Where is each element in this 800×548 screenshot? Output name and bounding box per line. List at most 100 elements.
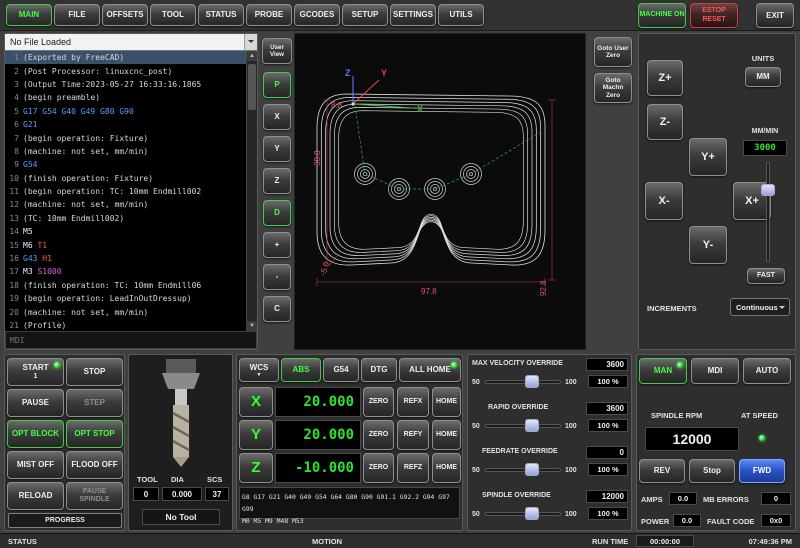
clear-view-button[interactable]: C xyxy=(263,296,291,322)
g54-button[interactable]: G54 xyxy=(323,358,359,382)
home-x-button[interactable]: HOME xyxy=(432,387,461,417)
ref-x-button[interactable]: REFX xyxy=(397,387,429,417)
file-combo[interactable]: No File Loaded xyxy=(5,34,257,51)
gcode-line[interactable]: 8(machine: not set, mm/min) xyxy=(5,145,246,158)
gcode-line[interactable]: 21(Profile) xyxy=(5,319,246,331)
gcode-line[interactable]: 9G54 xyxy=(5,158,246,171)
opt-stop-button[interactable]: OPT STOP xyxy=(66,420,123,448)
mdi-input[interactable] xyxy=(5,331,257,349)
tab-setup[interactable]: SETUP xyxy=(342,4,388,26)
cycle-start-button[interactable]: START 1 xyxy=(7,358,64,386)
home-z-button[interactable]: HOME xyxy=(432,453,461,483)
gcode-line[interactable]: 1(Exported by FreeCAD) xyxy=(5,51,246,64)
slider-handle[interactable] xyxy=(761,184,775,196)
slider-handle[interactable] xyxy=(525,375,539,388)
all-home-button[interactable]: ALL HOME xyxy=(399,358,461,382)
jog-z-minus-button[interactable]: Z- xyxy=(647,104,683,140)
jog-z-plus-button[interactable]: Z+ xyxy=(647,60,683,96)
scroll-up-icon[interactable]: ▲ xyxy=(247,51,257,61)
zero-z-button[interactable]: ZERO xyxy=(363,453,394,483)
tab-tool[interactable]: TOOL xyxy=(150,4,196,26)
goto-user-zero-button[interactable]: Goto User Zero xyxy=(594,37,632,67)
spindle-stop-button[interactable]: Stop xyxy=(689,459,735,483)
rapid-override-slider[interactable] xyxy=(485,419,561,433)
flood-button[interactable]: FLOOD OFF xyxy=(66,451,123,479)
wcs-button[interactable]: WCS ▼ xyxy=(239,358,279,382)
mode-manual-button[interactable]: MAN xyxy=(639,358,687,384)
tab-status[interactable]: STATUS xyxy=(198,4,244,26)
spindle-fwd-button[interactable]: FWD xyxy=(739,459,785,483)
max-velocity-slider[interactable] xyxy=(485,375,561,389)
zero-y-button[interactable]: ZERO xyxy=(363,420,394,450)
goto-machine-zero-button[interactable]: Goto Machn Zero xyxy=(594,73,632,103)
gcode-line[interactable]: 11(begin operation: TC: 10mm Endmill002 xyxy=(5,185,246,198)
axis-x-button[interactable]: X xyxy=(239,387,273,417)
mode-mdi-button[interactable]: MDI xyxy=(691,358,739,384)
tab-main[interactable]: MAIN xyxy=(6,4,52,26)
chevron-down-icon[interactable] xyxy=(244,34,257,50)
gcode-line[interactable]: 4(begin preamble) xyxy=(5,91,246,104)
units-mm-button[interactable]: MM xyxy=(745,67,781,87)
tab-utils[interactable]: UTILS xyxy=(438,4,484,26)
jog-x-minus-button[interactable]: X- xyxy=(645,182,683,220)
dtg-button[interactable]: DTG xyxy=(361,358,397,382)
gcode-line[interactable]: 6G21 xyxy=(5,118,246,131)
abs-button[interactable]: ABS xyxy=(281,358,321,382)
home-y-button[interactable]: HOME xyxy=(432,420,461,450)
reload-button[interactable]: RELOAD xyxy=(7,482,64,510)
axis-z-button[interactable]: Z xyxy=(239,453,273,483)
jog-y-plus-button[interactable]: Y+ xyxy=(689,138,727,176)
slider-handle[interactable] xyxy=(525,507,539,520)
cycle-stop-button[interactable]: STOP xyxy=(66,358,123,386)
tab-offsets[interactable]: OFFSETS xyxy=(102,4,148,26)
gcode-line[interactable]: 13(TC: 10mm Endmill002) xyxy=(5,212,246,225)
scrollbar-thumb[interactable] xyxy=(248,64,256,110)
pause-button[interactable]: PAUSE xyxy=(7,389,64,417)
tab-settings[interactable]: SETTINGS xyxy=(390,4,436,26)
mist-button[interactable]: MIST OFF xyxy=(7,451,64,479)
pause-spindle-button[interactable]: PAUSE SPINDLE xyxy=(66,482,123,510)
gcode-editor[interactable]: 1(Exported by FreeCAD)2(Post Processor: … xyxy=(5,51,246,331)
gcode-line[interactable]: 15M6 T1 xyxy=(5,238,246,251)
zoom-out-button[interactable]: - xyxy=(263,264,291,290)
jog-y-minus-button[interactable]: Y- xyxy=(689,226,727,264)
view-z-button[interactable]: Z xyxy=(263,168,291,194)
slider-handle[interactable] xyxy=(525,463,539,476)
view-y-button[interactable]: Y xyxy=(263,136,291,162)
step-button[interactable]: STEP xyxy=(66,389,123,417)
gcode-line[interactable]: 20(machine: not set, mm/min) xyxy=(5,305,246,318)
zoom-in-button[interactable]: + xyxy=(263,232,291,258)
tab-gcodes[interactable]: GCODES xyxy=(294,4,340,26)
view-x-button[interactable]: X xyxy=(263,104,291,130)
spindle-override-slider[interactable] xyxy=(485,507,561,521)
axis-y-button[interactable]: Y xyxy=(239,420,273,450)
increments-select[interactable]: Continuous xyxy=(730,298,790,316)
feedrate-override-slider[interactable] xyxy=(485,463,561,477)
gcode-line[interactable]: 10(finish operation: Fixture) xyxy=(5,172,246,185)
machine-on-button[interactable]: MACHINE ON xyxy=(638,3,686,28)
gcode-line[interactable]: 2(Post Processor: linuxcnc_post) xyxy=(5,64,246,77)
view-user-button[interactable]: User View xyxy=(262,38,292,64)
spindle-rev-button[interactable]: REV xyxy=(639,459,685,483)
gcode-line[interactable]: 16G43 H1 xyxy=(5,252,246,265)
tab-file[interactable]: FILE xyxy=(54,4,100,26)
opt-block-button[interactable]: OPT BLOCK xyxy=(7,420,64,448)
view-dimensions-button[interactable]: D xyxy=(263,200,291,226)
tab-probe[interactable]: PROBE xyxy=(246,4,292,26)
gcode-line[interactable]: 18(finish operation: TC: 10mm Endmill06 xyxy=(5,279,246,292)
mode-auto-button[interactable]: AUTO xyxy=(743,358,791,384)
jog-rate-slider[interactable] xyxy=(761,162,775,262)
gcode-line[interactable]: 5G17 G54 G40 G49 G80 G90 xyxy=(5,105,246,118)
gcode-line[interactable]: 3(Output Time:2023-05-27 16:33:16.1865 xyxy=(5,78,246,91)
exit-button[interactable]: EXIT xyxy=(756,3,794,28)
gcode-line[interactable]: 14M5 xyxy=(5,225,246,238)
slider-handle[interactable] xyxy=(525,419,539,432)
gcode-line[interactable]: 17M3 S1000 xyxy=(5,265,246,278)
ref-z-button[interactable]: REFZ xyxy=(397,453,429,483)
view-p-button[interactable]: P xyxy=(263,72,291,98)
editor-scrollbar[interactable]: ▲ ▼ xyxy=(246,51,257,331)
gcode-line[interactable]: 19(begin operation: LeadInOutDressup) xyxy=(5,292,246,305)
estop-reset-button[interactable]: ESTOP RESET xyxy=(690,3,738,28)
gcode-line[interactable]: 7(begin operation: Fixture) xyxy=(5,131,246,144)
ref-y-button[interactable]: REFY xyxy=(397,420,429,450)
